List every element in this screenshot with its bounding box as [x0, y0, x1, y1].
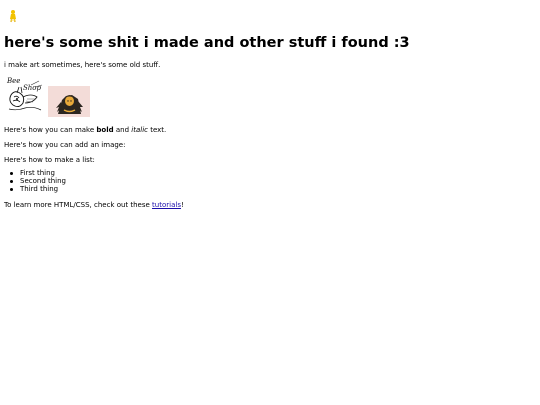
formatting-suffix: text.: [147, 126, 167, 134]
example-list: First thing Second thing Third thing: [4, 169, 66, 193]
learn-suffix: !: [180, 201, 184, 209]
page-title: here's some shit i made and other stuff …: [4, 35, 410, 51]
formatting-text: Here's how you can make bold and italic …: [4, 126, 166, 134]
character-art-drawing: [56, 95, 83, 114]
list-item: Third thing: [4, 185, 66, 193]
list-intro: Here's how to make a list:: [4, 156, 95, 164]
formatting-middle: and: [113, 126, 132, 134]
learn-prefix: To learn more HTML/CSS, check out these: [4, 201, 153, 209]
bold-example: bold: [96, 126, 114, 134]
list-item: First thing: [4, 169, 66, 177]
character-art-image[interactable]: [48, 86, 90, 117]
list-item: Second thing: [4, 177, 66, 185]
italic-example: italic: [131, 126, 148, 134]
page: here's some shit i made and other stuff …: [0, 0, 540, 405]
bee-shop-image[interactable]: Bee Shop: [5, 75, 45, 113]
page-subtitle: i make art sometimes, here's some old st…: [4, 61, 161, 69]
shop-label: Shop: [23, 84, 42, 92]
formatting-prefix: Here's how you can make: [4, 126, 97, 134]
image-instructions: Here's how you can add an image:: [4, 141, 126, 149]
learn-more-text: To learn more HTML/CSS, check out these …: [4, 201, 184, 209]
figure-icon: [10, 10, 16, 23]
tutorials-link[interactable]: tutorials: [152, 201, 181, 209]
bee-label: Bee: [6, 77, 20, 85]
